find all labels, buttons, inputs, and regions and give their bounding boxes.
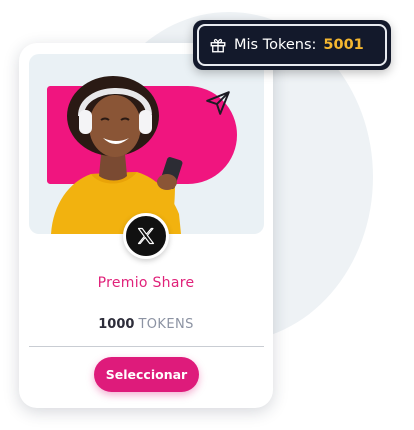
select-button[interactable]: Seleccionar	[94, 357, 199, 392]
tokens-badge-inner: Mis Tokens: 5001	[197, 24, 387, 66]
x-logo-icon	[123, 213, 169, 259]
send-icon[interactable]	[205, 90, 231, 116]
tokens-value: 5001	[323, 37, 364, 53]
reward-price: 1000 TOKENS	[19, 317, 273, 332]
price-amount: 1000	[98, 317, 135, 332]
price-unit: TOKENS	[138, 317, 194, 332]
reward-card: Premio Share 1000 TOKENS Seleccionar	[19, 43, 273, 408]
tokens-label: Mis Tokens:	[234, 37, 317, 53]
reward-title: Premio Share	[97, 275, 195, 291]
divider	[29, 346, 264, 347]
reward-hero-image	[29, 54, 264, 234]
gift-icon	[209, 36, 227, 54]
tokens-badge[interactable]: Mis Tokens: 5001	[193, 20, 391, 70]
x-logo-glyph	[137, 227, 155, 245]
person-illustration	[51, 76, 183, 234]
